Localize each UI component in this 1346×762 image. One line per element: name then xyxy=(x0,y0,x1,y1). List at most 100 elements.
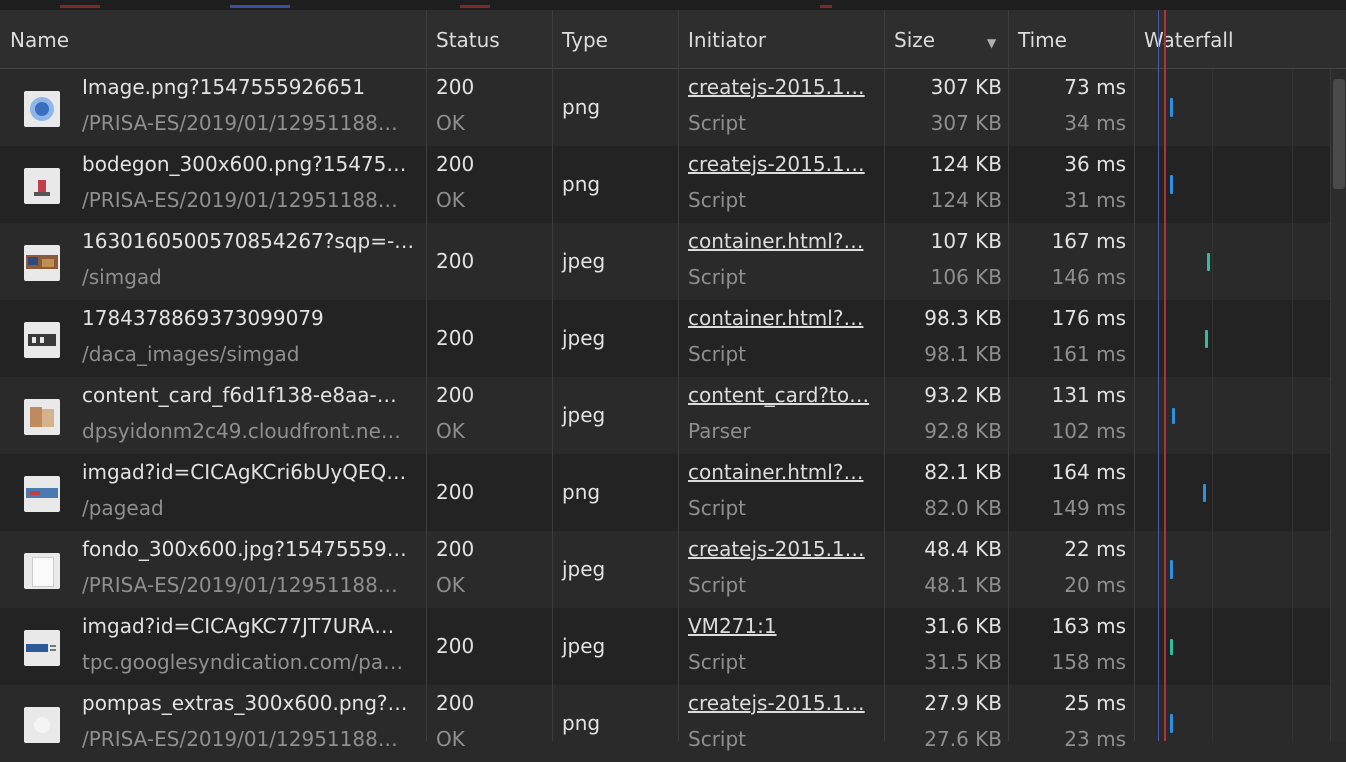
table-row[interactable]: content_card_f6d1f138-e8aa-… dpsyidonm2c… xyxy=(0,377,1346,454)
request-path: /daca_images/simgad xyxy=(82,342,300,366)
total-time: 22 ms xyxy=(1064,537,1126,561)
vertical-scrollbar[interactable] xyxy=(1330,69,1346,741)
initiator-link[interactable]: VM271:1 xyxy=(688,614,777,638)
status-code: 200 xyxy=(436,383,475,407)
initiator-link[interactable]: createjs-2015.1… xyxy=(688,152,865,176)
table-row[interactable]: Image.png?1547555926651 /PRISA-ES/2019/0… xyxy=(0,69,1346,146)
resource-type: jpeg xyxy=(562,403,606,427)
request-path: /PRISA-ES/2019/01/12951188… xyxy=(82,111,398,135)
load-event-line xyxy=(1164,10,1166,741)
resource-size: 82.0 KB xyxy=(924,496,1002,520)
waterfall-bar[interactable] xyxy=(1205,330,1209,348)
table-row[interactable]: bodegon_300x600.png?15475… /PRISA-ES/201… xyxy=(0,146,1346,223)
waterfall-bar[interactable] xyxy=(1169,560,1173,579)
status-text: OK xyxy=(436,419,465,443)
waterfall-bar[interactable] xyxy=(1171,408,1175,424)
latency-time: 158 ms xyxy=(1051,650,1126,674)
column-header-initiator[interactable]: Initiator xyxy=(678,10,884,68)
scrollbar-thumb[interactable] xyxy=(1333,79,1345,189)
latency-time: 20 ms xyxy=(1064,573,1126,597)
initiator-type: Script xyxy=(688,573,747,597)
request-name: content_card_f6d1f138-e8aa-… xyxy=(82,383,397,407)
total-time: 25 ms xyxy=(1064,691,1126,715)
initiator-type: Script xyxy=(688,650,747,674)
latency-time: 161 ms xyxy=(1051,342,1126,366)
sort-descending-icon: ▼ xyxy=(987,36,997,50)
waterfall-bar[interactable] xyxy=(1169,714,1173,733)
table-row[interactable]: fondo_300x600.jpg?15475559… /PRISA-ES/20… xyxy=(0,531,1346,608)
image-logo-thumbnail xyxy=(24,322,60,358)
table-row[interactable]: 1630160500570854267?sqp=-… /simgad 200 j… xyxy=(0,223,1346,300)
initiator-link[interactable]: content_card?to… xyxy=(688,383,869,407)
request-name: Image.png?1547555926651 xyxy=(82,75,366,99)
total-time: 164 ms xyxy=(1051,460,1126,484)
waterfall-bar[interactable] xyxy=(1203,484,1207,502)
network-requests-table: Name Status Type Initiator Size ▼ Time W… xyxy=(0,10,1346,762)
image-bodegon-thumbnail xyxy=(24,168,60,204)
column-header-name[interactable]: Name xyxy=(0,10,426,68)
waterfall-gridline xyxy=(1212,69,1213,741)
latency-time: 23 ms xyxy=(1064,727,1126,751)
initiator-link[interactable]: container.html?… xyxy=(688,306,863,330)
initiator-type: Script xyxy=(688,342,747,366)
table-row[interactable]: imgad?id=CICAgKC77JT7URA… tpc.googlesynd… xyxy=(0,608,1346,685)
table-row[interactable]: imgad?id=CICAgKCri6bUyQEQ… /pagead 200 p… xyxy=(0,454,1346,531)
resource-size: 31.5 KB xyxy=(924,650,1002,674)
waterfall-bar[interactable] xyxy=(1206,253,1210,271)
initiator-type: Script xyxy=(688,111,747,135)
dom-content-loaded-line xyxy=(1158,10,1159,741)
initiator-link[interactable]: container.html?… xyxy=(688,460,863,484)
column-divider xyxy=(884,10,885,741)
waterfall-bar[interactable] xyxy=(1169,639,1173,655)
column-header-time[interactable]: Time xyxy=(1008,10,1134,68)
transfer-size: 124 KB xyxy=(930,152,1002,176)
request-name: imgad?id=CICAgKC77JT7URA… xyxy=(82,614,395,638)
column-header-type[interactable]: Type xyxy=(552,10,678,68)
resource-type: png xyxy=(562,480,601,504)
column-divider xyxy=(552,10,553,741)
column-divider xyxy=(1008,10,1009,741)
image-photo-thumbnail xyxy=(24,245,60,281)
table-row[interactable]: pompas_extras_300x600.png?… /PRISA-ES/20… xyxy=(0,685,1346,762)
initiator-type: Script xyxy=(688,727,747,751)
total-time: 176 ms xyxy=(1051,306,1126,330)
resource-size: 124 KB xyxy=(930,188,1002,212)
initiator-link[interactable]: container.html?… xyxy=(688,229,863,253)
initiator-link[interactable]: createjs-2015.1… xyxy=(688,537,865,561)
request-name: 1630160500570854267?sqp=-… xyxy=(82,229,415,253)
waterfall-bar[interactable] xyxy=(1169,98,1173,117)
status-code: 200 xyxy=(436,249,475,273)
status-code: 200 xyxy=(436,691,475,715)
request-name: bodegon_300x600.png?15475… xyxy=(82,152,407,176)
image-banner-thumbnail xyxy=(24,476,60,512)
initiator-type: Script xyxy=(688,188,747,212)
column-divider xyxy=(1134,10,1135,741)
initiator-type: Script xyxy=(688,496,747,520)
status-text: OK xyxy=(436,727,465,751)
initiator-type: Script xyxy=(688,265,747,289)
column-header-status[interactable]: Status xyxy=(426,10,552,68)
total-time: 36 ms xyxy=(1064,152,1126,176)
request-path: /PRISA-ES/2019/01/12951188… xyxy=(82,727,398,751)
status-text: OK xyxy=(436,111,465,135)
waterfall-bar[interactable] xyxy=(1169,175,1173,194)
status-code: 200 xyxy=(436,152,475,176)
request-name: fondo_300x600.jpg?15475559… xyxy=(82,537,407,561)
latency-time: 31 ms xyxy=(1064,188,1126,212)
resource-size: 106 KB xyxy=(930,265,1002,289)
status-code: 200 xyxy=(436,537,475,561)
column-divider xyxy=(426,10,427,741)
transfer-size: 31.6 KB xyxy=(924,614,1002,638)
resource-size: 98.1 KB xyxy=(924,342,1002,366)
request-path: /PRISA-ES/2019/01/12951188… xyxy=(82,188,398,212)
status-code: 200 xyxy=(436,634,475,658)
latency-time: 146 ms xyxy=(1051,265,1126,289)
image-pompas-thumbnail xyxy=(24,707,60,743)
resource-size: 48.1 KB xyxy=(924,573,1002,597)
image-card-thumbnail xyxy=(24,399,60,435)
table-row[interactable]: 1784378869373099079 /daca_images/simgad … xyxy=(0,300,1346,377)
resource-type: jpeg xyxy=(562,249,606,273)
initiator-link[interactable]: createjs-2015.1… xyxy=(688,75,865,99)
initiator-link[interactable]: createjs-2015.1… xyxy=(688,691,865,715)
status-code: 200 xyxy=(436,326,475,350)
